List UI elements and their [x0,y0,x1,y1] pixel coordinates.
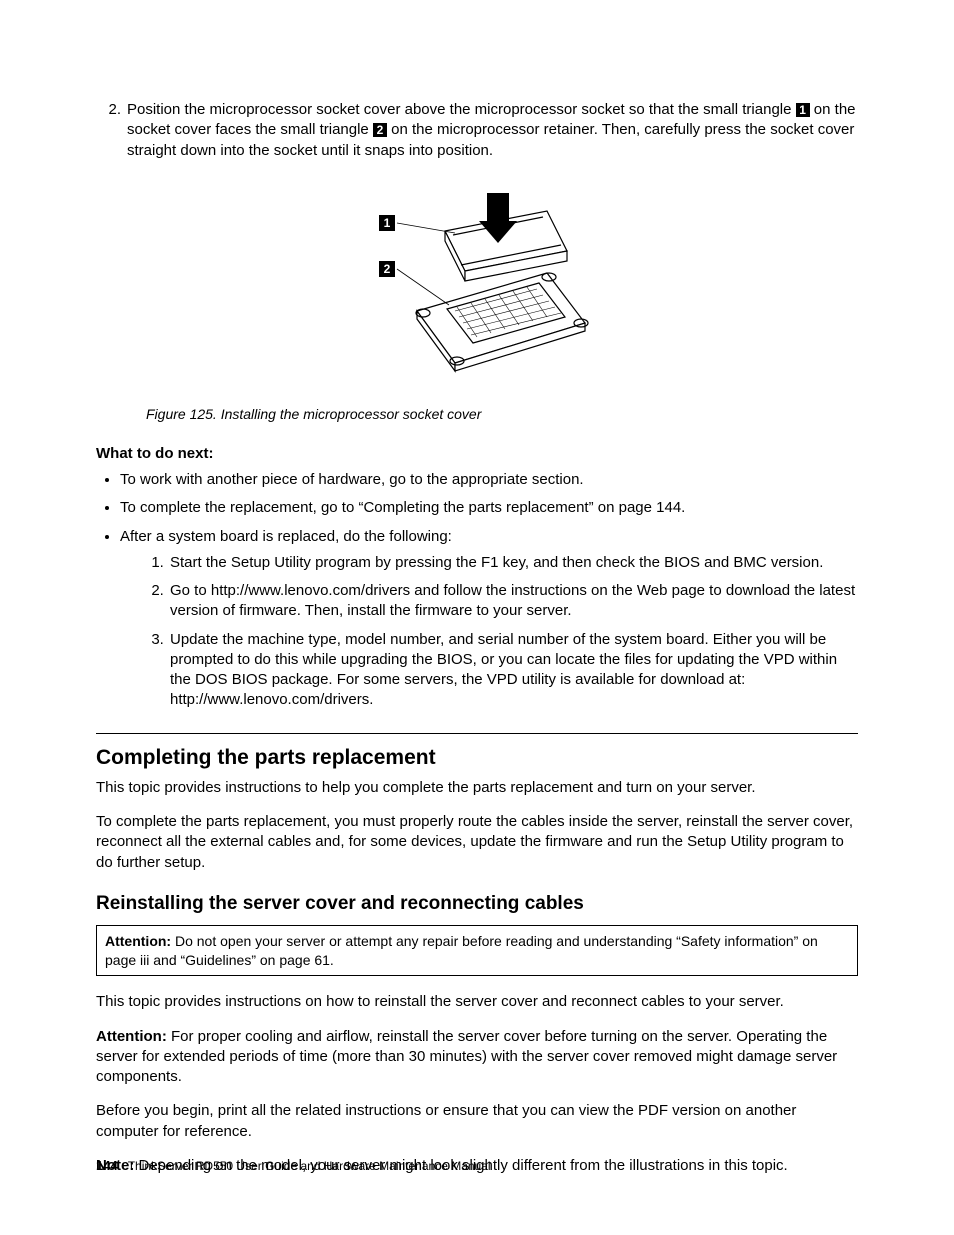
reinstall-p1: This topic provides instructions on how … [96,992,858,1012]
step-number: 2. [96,100,127,161]
step-text-1: Position the microprocessor socket cover… [127,101,796,118]
page: 2. Position the microprocessor socket co… [0,0,954,1235]
socket-base-icon [416,273,588,371]
next-bullets: To work with another piece of hardware, … [96,470,858,711]
divider [96,733,858,734]
list-item: Start the Setup Utility program by press… [168,553,858,573]
svg-text:1: 1 [384,216,391,230]
footer-title: ThinkServer RD550 User Guide and Hardwar… [128,1159,491,1173]
reinstall-p2: Before you begin, print all the related … [96,1101,858,1142]
sub-steps: Start the Setup Utility program by press… [120,553,858,711]
callout-2-icon: 2 [373,123,387,137]
page-footer: 144 ThinkServer RD550 User Guide and Har… [96,1157,491,1175]
step-body: Position the microprocessor socket cover… [127,100,858,161]
what-to-do-next-heading: What to do next: [96,444,858,464]
reinstall-heading: Reinstalling the server cover and reconn… [96,891,858,917]
list-item: To complete the replacement, go to “Comp… [120,498,858,518]
svg-text:2: 2 [384,262,391,276]
list-item: Update the machine type, model number, a… [168,630,858,711]
attention-label: Attention: [105,933,171,949]
figure-caption: Figure 125. Installing the microprocesso… [146,405,858,424]
completing-p2: To complete the parts replacement, you m… [96,812,858,873]
list-item: After a system board is replaced, do the… [120,527,858,711]
attention2-body: For proper cooling and airflow, reinstal… [96,1028,837,1086]
callout-1-icon: 1 [796,103,810,117]
completing-heading: Completing the parts replacement [96,744,858,772]
attention-box: Attention: Do not open your server or at… [96,925,858,977]
attention-body: Do not open your server or attempt any r… [105,933,818,968]
figure-illustration: 1 2 [96,191,858,387]
list-item: To work with another piece of hardware, … [120,470,858,490]
step-2: 2. Position the microprocessor socket co… [96,100,858,161]
page-number: 144 [96,1158,118,1173]
reinstall-attention2: Attention: For proper cooling and airflo… [96,1027,858,1088]
attention2-label: Attention: [96,1028,167,1045]
list-item-text: After a system board is replaced, do the… [120,528,452,545]
completing-p1: This topic provides instructions to help… [96,778,858,798]
list-item: Go to http://www.lenovo.com/drivers and … [168,581,858,622]
